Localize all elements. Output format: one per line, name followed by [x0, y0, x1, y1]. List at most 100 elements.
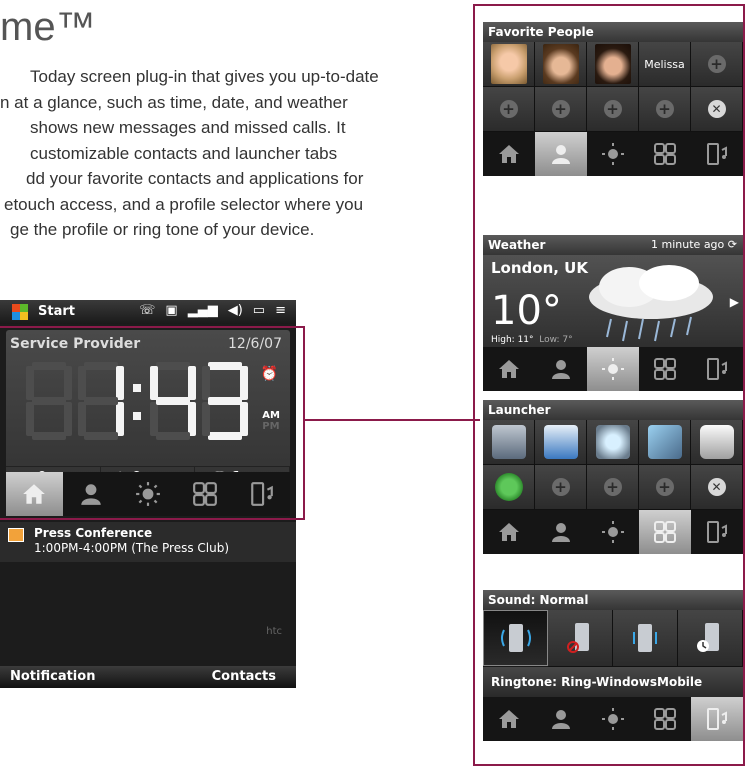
widget-header: Sound: Normal: [483, 590, 743, 610]
chevron-right-icon[interactable]: ▶: [730, 295, 739, 309]
contact-photo[interactable]: [483, 42, 535, 87]
home-icon: [499, 710, 519, 728]
sound-automatic-profile[interactable]: [678, 610, 743, 667]
tab-sound[interactable]: [691, 510, 743, 554]
launcher-app[interactable]: [691, 420, 743, 465]
sun-icon: [602, 521, 624, 543]
person-icon: [552, 145, 570, 164]
plus-icon: +: [655, 478, 674, 496]
launcher-widget: Launcher + + + ✕: [483, 400, 743, 554]
notification-softkey[interactable]: Notification: [10, 669, 95, 684]
tab-sound[interactable]: [691, 697, 743, 741]
widget-title: Weather: [488, 238, 546, 252]
plus-icon: +: [603, 100, 622, 118]
calendar-icon: [8, 528, 24, 542]
volume-icon[interactable]: ◀): [228, 303, 243, 318]
sun-icon: [602, 708, 624, 730]
weather-body: London, UK 10° High: 11° Low: 7° ▶: [483, 255, 743, 347]
contact-name-cell[interactable]: Melissa: [639, 42, 691, 87]
htc-logo: htc: [266, 626, 282, 637]
lock-app-icon: [699, 425, 734, 459]
tab-weather[interactable]: [587, 510, 639, 554]
phone-app-icon: [491, 425, 526, 459]
add-contact-button[interactable]: +: [535, 87, 587, 132]
widget-title: Sound: Normal: [488, 593, 589, 607]
tab-launcher[interactable]: [639, 132, 691, 176]
plus-icon: +: [499, 100, 518, 118]
plus-icon: +: [655, 100, 674, 118]
tab-people[interactable]: [535, 697, 587, 741]
highlight-frame: [0, 326, 305, 520]
doc-line: n at a glance, such as time, date, and w…: [0, 92, 348, 112]
remove-contact-button[interactable]: ✕: [691, 87, 743, 132]
widget-tab-bar: [483, 132, 743, 176]
weather-low: Low: 7°: [539, 335, 573, 345]
phone-music-icon: [707, 521, 727, 543]
remove-app-button[interactable]: ✕: [691, 465, 743, 510]
widgets-frame: Favorite People Melissa + + + + + ✕ Weat…: [473, 4, 745, 766]
weather-updated-label: 1 minute ago: [651, 238, 725, 251]
tab-home[interactable]: [483, 697, 535, 741]
gprs-icon[interactable]: ▣: [165, 303, 177, 318]
sound-vibrate-profile[interactable]: [613, 610, 678, 667]
ringtone-label[interactable]: Ringtone: Ring-WindowsMobile: [483, 667, 743, 697]
ringing-phone-icon: [500, 624, 531, 652]
add-app-button[interactable]: +: [639, 465, 691, 510]
person-icon: [552, 710, 570, 729]
grid-icon: [654, 708, 676, 730]
menu-icon[interactable]: ≡: [275, 303, 286, 318]
connector-line: [305, 419, 480, 421]
battery-icon[interactable]: ▭: [253, 303, 265, 318]
launcher-app[interactable]: [483, 465, 535, 510]
sound-normal-profile[interactable]: [483, 610, 548, 666]
launcher-app[interactable]: [483, 420, 535, 465]
windows-logo-icon[interactable]: [12, 304, 28, 320]
tab-people[interactable]: [535, 347, 587, 391]
launcher-app[interactable]: [587, 420, 639, 465]
contact-photo[interactable]: [587, 42, 639, 87]
person-icon: [552, 523, 570, 542]
add-app-button[interactable]: +: [587, 465, 639, 510]
contacts-softkey[interactable]: Contacts: [212, 669, 276, 684]
launcher-app[interactable]: [639, 420, 691, 465]
sound-silent-profile[interactable]: [548, 610, 613, 667]
weather-updated[interactable]: 1 minute ago ⟳: [651, 235, 737, 255]
plus-icon: +: [603, 478, 622, 496]
tab-launcher[interactable]: [639, 347, 691, 391]
tab-sound[interactable]: [691, 132, 743, 176]
widget-title: Favorite People: [488, 25, 594, 39]
tab-home[interactable]: [483, 132, 535, 176]
tab-weather[interactable]: [587, 132, 639, 176]
launcher-app[interactable]: [535, 420, 587, 465]
contact-photo[interactable]: [535, 42, 587, 87]
start-button[interactable]: Start: [38, 304, 75, 319]
tab-home[interactable]: [483, 510, 535, 554]
tab-launcher[interactable]: [639, 697, 691, 741]
signal-icon[interactable]: ▂▄▆: [188, 303, 218, 318]
phone-call-icon[interactable]: ☏: [139, 303, 155, 318]
tab-weather[interactable]: [587, 347, 639, 391]
add-app-button[interactable]: +: [535, 465, 587, 510]
phone-music-icon: [707, 143, 727, 165]
widget-header: Favorite People: [483, 22, 743, 42]
tab-home[interactable]: [483, 347, 535, 391]
doc-line: ge the profile or ring tone of your devi…: [10, 220, 315, 239]
tab-people[interactable]: [535, 510, 587, 554]
add-contact-button[interactable]: +: [587, 87, 639, 132]
appointment-item[interactable]: Press Conference 1:00PM-4:00PM (The Pres…: [0, 522, 296, 562]
bulb-app-icon: [595, 425, 630, 459]
tab-people[interactable]: [535, 132, 587, 176]
plus-icon: +: [707, 55, 726, 73]
tab-launcher[interactable]: [639, 510, 691, 554]
weather-hilo: High: 11° Low: 7°: [491, 335, 573, 345]
grid-icon: [654, 143, 676, 165]
doc-line: shows new messages and missed calls. It: [30, 118, 346, 137]
plus-icon: +: [551, 478, 570, 496]
tab-sound[interactable]: [691, 347, 743, 391]
add-contact-button[interactable]: +: [639, 87, 691, 132]
widget-tab-bar: [483, 347, 743, 391]
add-contact-button[interactable]: +: [691, 42, 743, 87]
add-contact-button[interactable]: +: [483, 87, 535, 132]
cloud-rain-icon: [589, 265, 713, 342]
tab-weather[interactable]: [587, 697, 639, 741]
